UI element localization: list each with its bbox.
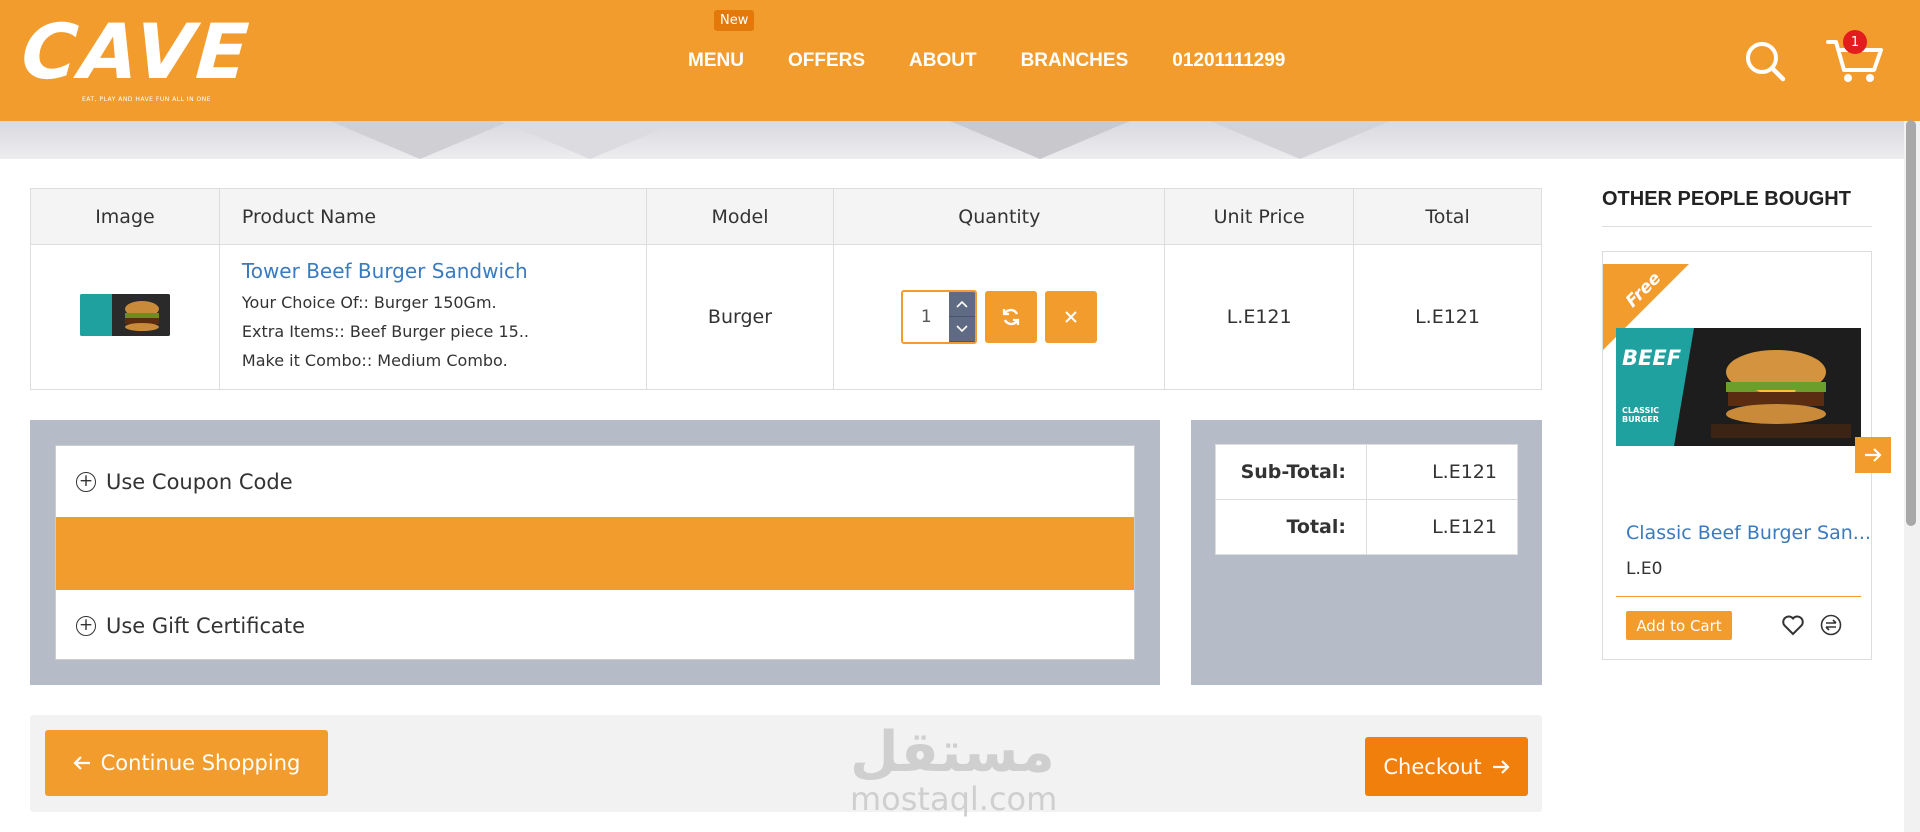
arrow-left-icon: [73, 756, 90, 770]
image-brand-text: BEEF: [1622, 346, 1682, 370]
total-cell: L.E121: [1353, 244, 1542, 390]
compare-icon[interactable]: [1820, 614, 1842, 636]
plus-circle-icon: +: [76, 471, 96, 492]
subtotal-label: Sub-Total:: [1215, 444, 1367, 500]
chevron-up-icon: [956, 300, 968, 308]
heart-icon[interactable]: [1781, 614, 1805, 636]
cart-actions-bar: Continue Shopping مستقل mostaql.com Chec…: [30, 715, 1542, 818]
related-product-card: Free BEEF CLASSIC BURGER Classic Beef Bu…: [1602, 251, 1872, 660]
main-nav: New MENU OFFERS ABOUT BRANCHES 012011112…: [688, 0, 1285, 121]
quantity-increase-button[interactable]: [949, 292, 976, 317]
page-banner: [0, 121, 1904, 159]
banner-decor: [1210, 121, 1390, 159]
col-product-name: Product Name: [218, 188, 647, 245]
arrow-right-icon: [1865, 448, 1882, 462]
coupon-accordion: + Use Coupon Code + Use Gift Certificate: [55, 445, 1135, 660]
related-product-name[interactable]: Classic Beef Burger San...: [1626, 522, 1871, 544]
model-cell: Burger: [645, 244, 835, 390]
col-unit-price: Unit Price: [1164, 188, 1355, 245]
subtotal-row: Sub-Total: L.E121: [1215, 444, 1518, 500]
checkout-label: Checkout: [1383, 754, 1482, 779]
checkout-button[interactable]: Checkout: [1365, 737, 1528, 796]
watermark-latin: mostaql.com: [850, 780, 1058, 818]
quantity-controls: [901, 290, 1098, 344]
cart-table: Image Product Name Model Quantity Unit P…: [30, 188, 1542, 390]
new-badge: New: [714, 9, 755, 31]
plus-circle-icon: +: [76, 615, 96, 636]
col-quantity: Quantity: [833, 188, 1166, 245]
gift-certificate-label: Use Gift Certificate: [106, 613, 306, 638]
quantity-cell: [833, 244, 1166, 390]
coupon-panel: + Use Coupon Code + Use Gift Certificate: [30, 420, 1160, 685]
quantity-decrease-button[interactable]: [949, 317, 976, 342]
totals-table: Sub-Total: L.E121 Total: L.E121: [1215, 444, 1518, 555]
related-product-image[interactable]: BEEF CLASSIC BURGER: [1616, 328, 1861, 446]
coupon-code-toggle[interactable]: + Use Coupon Code: [56, 446, 1134, 517]
watermark: مستقل mostaql.com: [850, 720, 1058, 818]
burger-image-icon: [79, 293, 170, 336]
sidebar-title: OTHER PEOPLE BOUGHT: [1602, 188, 1851, 210]
unit-price-cell: L.E121: [1164, 244, 1355, 390]
banner-decor: [330, 121, 510, 159]
refresh-icon: [1003, 308, 1020, 326]
site-header: CAVE EAT, PLAY AND HAVE FUN ALL IN ONE N…: [0, 0, 1920, 121]
nav-item-branches[interactable]: BRANCHES: [1021, 50, 1129, 72]
quantity-stepper: [901, 290, 978, 344]
chevron-down-icon: [956, 325, 968, 333]
nav-item-about[interactable]: ABOUT: [909, 50, 977, 72]
col-total: Total: [1353, 188, 1542, 245]
logo[interactable]: CAVE EAT, PLAY AND HAVE FUN ALL IN ONE: [18, 7, 254, 105]
product-option: Extra Items:: Beef Burger piece 15..: [241, 322, 529, 341]
product-image-cell: [30, 244, 220, 390]
cart-count-badge: 1: [1843, 30, 1867, 54]
product-thumbnail[interactable]: [79, 293, 170, 336]
sidebar-divider: [1602, 226, 1872, 227]
arrow-right-icon: [1492, 759, 1510, 774]
logo-text: CAVE: [18, 7, 254, 96]
search-icon[interactable]: [1744, 40, 1786, 82]
image-sub-text: CLASSIC BURGER: [1622, 406, 1660, 424]
nav-item-offers[interactable]: OFFERS: [788, 50, 865, 72]
carousel-next-button[interactable]: [1855, 437, 1891, 473]
remove-item-button[interactable]: [1045, 291, 1098, 343]
banner-decor: [500, 121, 680, 159]
totals-panel: Sub-Total: L.E121 Total: L.E121: [1191, 420, 1542, 685]
coupon-expanded-band: [56, 517, 1134, 590]
quantity-spinner: [949, 292, 976, 342]
product-name-link[interactable]: Tower Beef Burger Sandwich: [242, 259, 646, 283]
nav-item-menu[interactable]: New MENU: [688, 9, 755, 72]
table-row: Tower Beef Burger Sandwich Your Choice O…: [30, 244, 1542, 390]
total-row: Total: L.E121: [1215, 499, 1518, 555]
related-product-price: L.E0: [1626, 559, 1663, 579]
scrollbar-thumb[interactable]: [1906, 120, 1916, 526]
logo-tagline: EAT, PLAY AND HAVE FUN ALL IN ONE: [82, 96, 211, 103]
subtotal-value: L.E121: [1366, 444, 1518, 500]
continue-shopping-button[interactable]: Continue Shopping: [45, 730, 328, 796]
product-option: Make it Combo:: Medium Combo.: [241, 351, 508, 370]
banner-decor: [950, 121, 1130, 159]
continue-shopping-label: Continue Shopping: [100, 751, 301, 775]
coupon-code-label: Use Coupon Code: [106, 469, 293, 494]
close-icon: [1065, 311, 1078, 323]
watermark-arabic: مستقل: [850, 720, 1055, 785]
card-divider: [1616, 596, 1861, 597]
product-option: Your Choice Of:: Burger 150Gm.: [241, 293, 497, 312]
nav-label: MENU: [688, 49, 744, 71]
nav-item-phone[interactable]: 01201111299: [1172, 50, 1285, 72]
total-value: L.E121: [1366, 499, 1518, 555]
quantity-input[interactable]: [903, 292, 950, 342]
table-header-row: Image Product Name Model Quantity Unit P…: [30, 188, 1542, 245]
col-image: Image: [30, 188, 220, 245]
total-label: Total:: [1215, 499, 1367, 555]
update-quantity-button[interactable]: [985, 291, 1038, 343]
add-to-cart-button[interactable]: Add to Cart: [1626, 611, 1732, 640]
gift-certificate-toggle[interactable]: + Use Gift Certificate: [56, 590, 1134, 661]
col-model: Model: [645, 188, 835, 245]
product-name-cell: Tower Beef Burger Sandwich Your Choice O…: [218, 244, 647, 390]
